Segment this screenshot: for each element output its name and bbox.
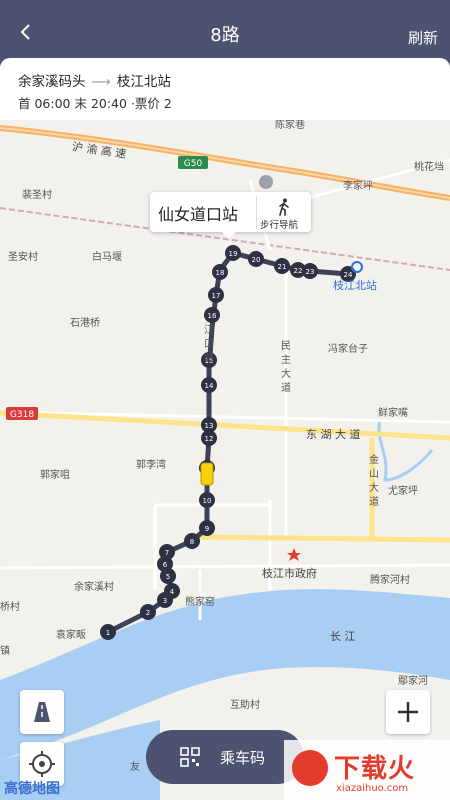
svg-text:1: 1 [106,629,110,637]
route-schedule: 首 06:00 末 20:40 ·票价 2 [18,96,172,111]
top-bar: 8路 刷新 [0,0,450,66]
svg-text:20: 20 [252,256,261,264]
place-label: 圣安村 [8,252,38,263]
destination-station-label[interactable]: 枝江北站 [333,277,377,293]
svg-text:G50: G50 [184,159,203,169]
svg-text:G318: G318 [10,410,34,420]
place-label: 友 [130,762,140,773]
place-label: 腾家河村 [370,575,410,586]
place-label: 互助村 [230,700,260,711]
gas-station-icon [259,175,273,189]
place-label: 桥村 [0,602,20,613]
svg-text:13: 13 [205,422,214,430]
walk-navigation-button[interactable]: 步行导航 [256,196,311,231]
route-stops: 1 2 3 4 5 6 7 8 9 10 11 12 13 14 15 16 1… [100,245,356,640]
place-label: 余家溪村 [74,582,114,593]
svg-text:14: 14 [205,382,214,390]
zoom-in-button[interactable] [386,690,430,734]
svg-text:7: 7 [165,549,169,557]
walk-navigation-label: 步行导航 [260,220,299,231]
svg-text:6: 6 [163,561,168,569]
place-label: 尤家坪 [388,486,418,497]
route-origin: 余家溪码头 [18,74,86,90]
river-label: 长 江 [330,630,356,643]
map-provider-logo: 高德地图 [4,781,60,797]
place-label: 白马堰 [92,252,122,263]
watermark-url: xiazaihuo.com [336,783,409,794]
place-label: 袁家畈 [56,630,86,641]
ride-code-button[interactable]: 乘车码 [146,730,304,784]
place-label: 桃花垱 [414,162,444,173]
route-destination: 枝江北站 [116,74,171,90]
watermark-name: 下载火 [334,754,416,784]
station-marker-icon [351,261,363,273]
place-label: 陈家巷 [275,120,305,131]
svg-text:22: 22 [294,267,303,275]
place-label: 鲜家嘴 [378,408,408,419]
plus-icon [398,702,418,722]
road-label-jinshan: 金山大道 [369,455,379,508]
svg-text:17: 17 [212,292,221,300]
walk-icon [279,198,289,216]
svg-text:16: 16 [208,312,217,320]
place-label: 郭家咀 [40,470,70,481]
tributary [377,419,434,482]
route-endpoints: 余家溪码头 ⟶ 枝江北站 [18,70,171,90]
svg-text:12: 12 [205,435,214,443]
watermark-logo-icon [292,750,328,786]
route-arrow-icon: ⟶ [91,74,111,90]
road-icon [34,702,50,722]
qr-code-icon [180,747,200,767]
road-label-jiangkou: 江口路 [204,325,214,364]
svg-text:23: 23 [306,268,315,276]
svg-text:3: 3 [163,597,167,605]
page-title: 8路 [210,25,240,46]
ride-code-label: 乘车码 [220,749,266,767]
traffic-layer-button[interactable] [20,690,64,734]
refresh-button[interactable]: 刷新 [408,27,438,48]
place-label: 郭李湾 [136,460,166,471]
government-star-icon [287,548,301,561]
svg-text:8: 8 [190,538,194,546]
watermark: 下载火 xiazaihuo.com [284,740,450,800]
station-callout[interactable]: 仙女道口站 步行导航 [150,192,311,239]
road-label-minzhu: 民主大道 [281,341,291,394]
place-label: 冯家台子 [328,344,368,355]
svg-text:2: 2 [146,609,150,617]
svg-text:18: 18 [216,269,225,277]
callout-tail [222,232,236,239]
svg-text:4: 4 [170,588,175,596]
callout-station-name: 仙女道口站 [158,205,239,224]
svg-text:9: 9 [205,525,209,533]
road-label-donghu: 东 湖 大 道 [306,428,361,441]
bus-icon [200,462,214,486]
svg-text:21: 21 [278,263,287,271]
place-label: 鄢家河 [398,676,428,687]
place-label: 熊家窑 [185,597,215,608]
place-label-government: 枝江市政府 [262,567,317,580]
route-info-card: 余家溪码头 ⟶ 枝江北站 首 06:00 末 20:40 ·票价 2 [0,58,450,120]
place-label: 李家坪 [343,181,373,192]
svg-text:5: 5 [166,573,170,581]
place-label: 裴圣村 [22,190,52,201]
place-label: 石港桥 [70,318,100,329]
svg-text:10: 10 [203,497,212,505]
map-view[interactable]: 1 2 3 4 5 6 7 8 9 10 11 12 13 14 15 16 1… [0,120,450,800]
place-label: 镇 [0,646,10,657]
svg-text:19: 19 [229,250,238,258]
